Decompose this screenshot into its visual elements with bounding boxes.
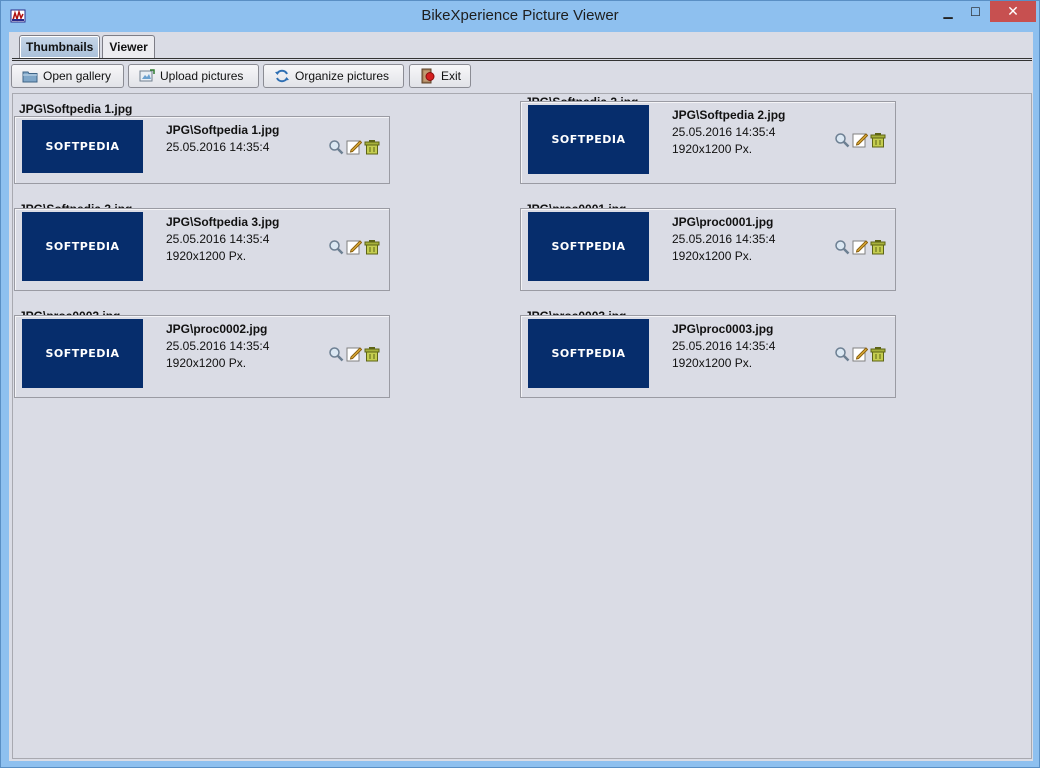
upload-pictures-label: Upload pictures (160, 69, 244, 83)
thumbnail-image[interactable]: SOFTPEDIA (528, 319, 649, 388)
thumbnail-logo: SOFTPEDIA (551, 240, 626, 253)
entry-info: JPG\Softpedia 2.jpg 25.05.2016 14:35:4 1… (672, 107, 785, 158)
app-window: BikeXperience Picture Viewer ▁ ☐ ✕ Thumb… (0, 0, 1040, 768)
entry-card[interactable]: SOFTPEDIA JPG\proc0003.jpg 25.05.2016 14… (520, 315, 896, 398)
entry-info: JPG\proc0002.jpg 25.05.2016 14:35:4 1920… (166, 321, 269, 372)
edit-icon[interactable] (851, 238, 868, 255)
open-gallery-label: Open gallery (43, 69, 112, 83)
window-title: BikeXperience Picture Viewer (421, 7, 619, 24)
minimize-icon: ▁ (943, 4, 953, 19)
thumbnail-logo: SOFTPEDIA (45, 140, 120, 153)
entry-card[interactable]: SOFTPEDIA JPG\proc0002.jpg 25.05.2016 14… (14, 315, 390, 398)
entry-filename: JPG\Softpedia 3.jpg (166, 215, 280, 229)
entry-actions (327, 238, 380, 255)
zoom-icon[interactable] (833, 345, 850, 362)
exit-icon (421, 68, 435, 84)
entry-size: 1920x1200 Px. (672, 249, 753, 263)
entry-date: 25.05.2016 14:35:4 (672, 339, 776, 353)
open-gallery-button[interactable]: Open gallery (11, 64, 124, 88)
zoom-icon[interactable] (327, 345, 344, 362)
entry-info: JPG\Softpedia 3.jpg 25.05.2016 14:35:4 1… (166, 214, 279, 265)
entry-info: JPG\Softpedia 1.jpg 25.05.2016 14:35:4 (166, 122, 279, 156)
delete-icon[interactable] (869, 345, 886, 362)
edit-icon[interactable] (345, 345, 362, 362)
zoom-icon[interactable] (833, 238, 850, 255)
thumbnail-image[interactable]: SOFTPEDIA (22, 319, 143, 388)
entry-card[interactable]: SOFTPEDIA JPG\Softpedia 1.jpg 25.05.2016… (14, 116, 390, 184)
tab-thumbnails[interactable]: Thumbnails (19, 35, 101, 58)
thumbnail-logo: SOFTPEDIA (551, 347, 626, 360)
entry-date: 25.05.2016 14:35:4 (166, 232, 270, 246)
entry-size: 1920x1200 Px. (166, 356, 247, 370)
entry-actions (833, 131, 886, 148)
client-area: Thumbnails Viewer Open gallery Upload pi… (9, 32, 1033, 761)
organize-pictures-label: Organize pictures (295, 69, 390, 83)
entry-card[interactable]: SOFTPEDIA JPG\proc0001.jpg 25.05.2016 14… (520, 208, 896, 291)
entry-size: 1920x1200 Px. (166, 249, 247, 263)
thumbnail-logo: SOFTPEDIA (45, 347, 120, 360)
entry-filename: JPG\proc0002.jpg (166, 322, 268, 336)
entry-actions (833, 345, 886, 362)
entry-actions (327, 345, 380, 362)
maximize-button[interactable]: ☐ (962, 1, 989, 22)
delete-icon[interactable] (363, 238, 380, 255)
thumbnail-image[interactable]: SOFTPEDIA (528, 212, 649, 281)
entry-card[interactable]: SOFTPEDIA JPG\Softpedia 3.jpg 25.05.2016… (14, 208, 390, 291)
maximize-icon: ☐ (970, 4, 981, 19)
entry-card[interactable]: SOFTPEDIA JPG\Softpedia 2.jpg 25.05.2016… (520, 101, 896, 184)
entry-date: 25.05.2016 14:35:4 (672, 125, 776, 139)
title-bar[interactable]: BikeXperience Picture Viewer ▁ ☐ ✕ (1, 1, 1039, 31)
entry-date: 25.05.2016 14:35:4 (166, 140, 270, 154)
zoom-icon[interactable] (327, 238, 344, 255)
thumbnail-logo: SOFTPEDIA (551, 133, 626, 146)
zoom-icon[interactable] (327, 138, 344, 155)
entry-filename: JPG\Softpedia 1.jpg (166, 123, 280, 137)
edit-icon[interactable] (345, 138, 362, 155)
tab-divider (12, 58, 1032, 61)
tab-viewer[interactable]: Viewer (102, 35, 155, 58)
minimize-button[interactable]: ▁ (934, 1, 962, 22)
upload-icon (139, 69, 155, 82)
thumbnail-image[interactable]: SOFTPEDIA (22, 212, 143, 281)
entry-filename: JPG\proc0001.jpg (672, 215, 774, 229)
organize-pictures-button[interactable]: Organize pictures (263, 64, 404, 88)
entry-actions (833, 238, 886, 255)
upload-pictures-button[interactable]: Upload pictures (128, 64, 259, 88)
refresh-icon (275, 69, 289, 83)
entry-size: 1920x1200 Px. (672, 356, 753, 370)
entry-info: JPG\proc0001.jpg 25.05.2016 14:35:4 1920… (672, 214, 775, 265)
zoom-icon[interactable] (833, 131, 850, 148)
close-icon: ✕ (1007, 3, 1019, 19)
exit-label: Exit (441, 69, 462, 83)
thumbnail-panel[interactable]: JPG\Softpedia 1.jpg SOFTPEDIA JPG\Softpe… (12, 93, 1032, 759)
thumbnail-logo: SOFTPEDIA (45, 240, 120, 253)
delete-icon[interactable] (869, 238, 886, 255)
entry-size: 1920x1200 Px. (672, 142, 753, 156)
delete-icon[interactable] (363, 138, 380, 155)
delete-icon[interactable] (363, 345, 380, 362)
thumbnail-image[interactable]: SOFTPEDIA (528, 105, 649, 174)
entry-date: 25.05.2016 14:35:4 (672, 232, 776, 246)
entry-filename: JPG\Softpedia 2.jpg (672, 108, 786, 122)
folder-icon (22, 71, 38, 83)
entry-title: JPG\Softpedia 1.jpg (19, 102, 133, 116)
edit-icon[interactable] (851, 345, 868, 362)
edit-icon[interactable] (345, 238, 362, 255)
entry-date: 25.05.2016 14:35:4 (166, 339, 270, 353)
entry-info: JPG\proc0003.jpg 25.05.2016 14:35:4 1920… (672, 321, 775, 372)
delete-icon[interactable] (869, 131, 886, 148)
edit-icon[interactable] (851, 131, 868, 148)
exit-button[interactable]: Exit (409, 64, 471, 88)
entry-filename: JPG\proc0003.jpg (672, 322, 774, 336)
entry-actions (327, 138, 380, 155)
tab-strip: Thumbnails Viewer (19, 35, 157, 59)
close-button[interactable]: ✕ (990, 1, 1036, 22)
thumbnail-image[interactable]: SOFTPEDIA (22, 120, 143, 173)
